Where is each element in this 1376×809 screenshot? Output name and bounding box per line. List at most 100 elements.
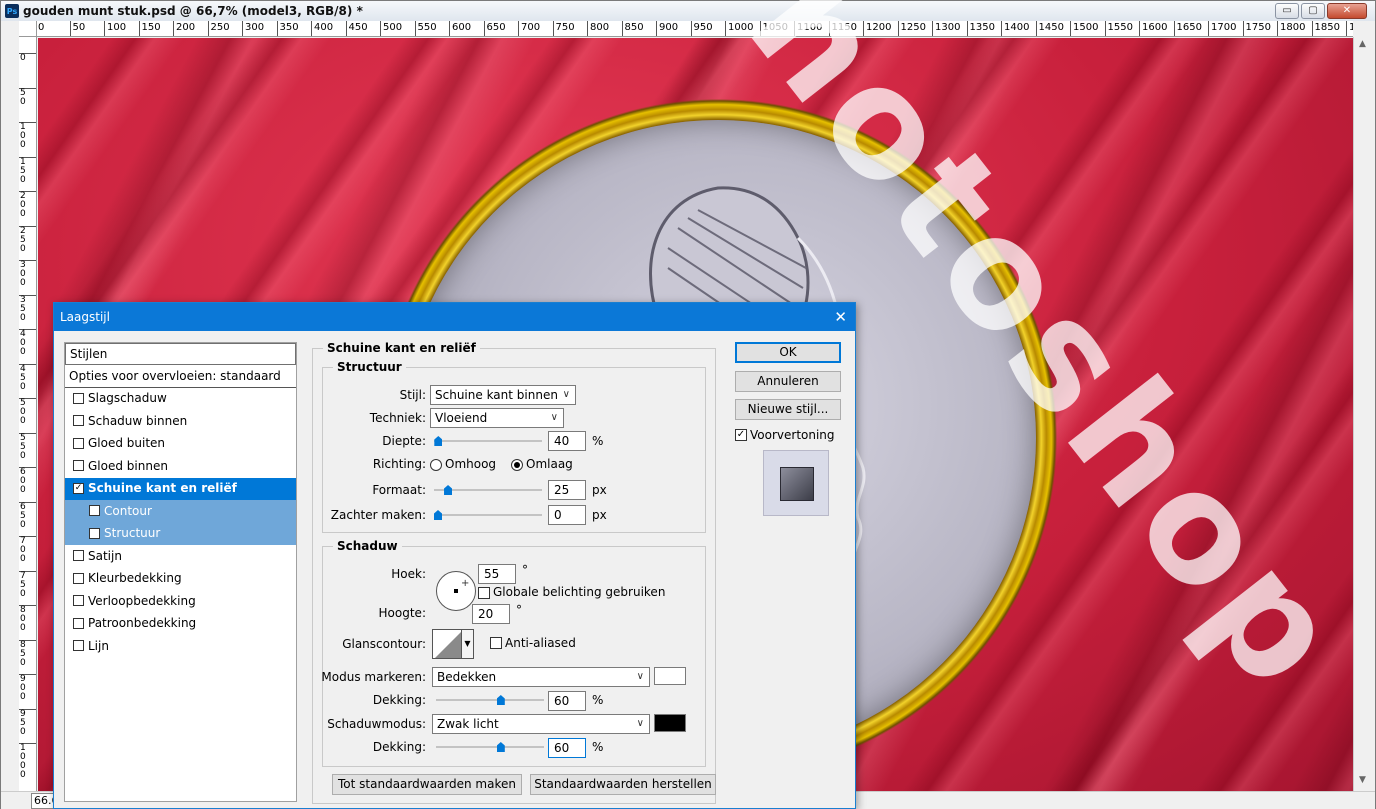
ruler-h-tick: 950: [690, 21, 713, 36]
style-item-9[interactable]: Kleurbedekking: [65, 568, 296, 591]
style-checkbox[interactable]: [73, 550, 84, 562]
maximize-button[interactable]: ▢: [1301, 3, 1325, 19]
style-checkbox[interactable]: [73, 415, 84, 427]
shadow-opacity-slider[interactable]: [436, 742, 544, 752]
reset-default-button[interactable]: Standaardwaarden herstellen: [530, 774, 716, 795]
style-item-11[interactable]: Patroonbedekking: [65, 613, 296, 636]
close-window-button[interactable]: ✕: [1327, 3, 1367, 19]
direction-down-radio[interactable]: [511, 459, 523, 471]
style-checkbox[interactable]: [89, 505, 100, 517]
highlight-mode-select[interactable]: Bedekken ∨: [432, 667, 650, 687]
highlight-opacity-input[interactable]: 60: [548, 691, 586, 711]
ruler-h-tick: 400: [311, 21, 333, 36]
technique-select[interactable]: Vloeiend ∨: [430, 408, 564, 428]
preview-label[interactable]: Voorvertoning: [750, 428, 835, 442]
ok-button[interactable]: OK: [735, 342, 841, 363]
angle-dial[interactable]: +: [436, 571, 476, 611]
ruler-v-tick: 5 0 0: [19, 398, 36, 426]
style-item-10[interactable]: Verloopbedekking: [65, 590, 296, 613]
highlight-mode-value: Bedekken: [437, 670, 497, 684]
ruler-v-tick: 8 0 0: [19, 605, 36, 633]
global-light-checkbox[interactable]: [478, 587, 490, 599]
gloss-contour-dropdown[interactable]: ▼: [462, 629, 474, 659]
gloss-contour-picker[interactable]: [432, 629, 462, 659]
shadow-opacity-input[interactable]: 60: [548, 738, 586, 758]
horizontal-ruler[interactable]: 0 50 100 150 200 250 300 350 400 450 500 550 600 650 7…: [37, 21, 1353, 37]
style-checkbox[interactable]: ✓: [73, 482, 84, 494]
direction-up-radio[interactable]: [430, 459, 442, 471]
style-checkbox[interactable]: [73, 617, 84, 629]
new-style-button[interactable]: Nieuwe stijl...: [735, 399, 841, 420]
anti-aliased-label[interactable]: Anti-aliased: [505, 636, 576, 650]
size-input[interactable]: 25: [548, 480, 586, 500]
style-checkbox[interactable]: [73, 460, 84, 472]
style-item-0[interactable]: Opties voor overvloeien: standaard: [65, 365, 296, 388]
dialog-title-bar[interactable]: Laagstijl: [54, 303, 855, 331]
shadow-opacity-label: Dekking:: [372, 740, 426, 754]
ruler-h-tick: 1400: [1001, 21, 1029, 36]
shading-title: Schaduw: [333, 539, 402, 553]
scroll-up-icon[interactable]: ▲: [1359, 39, 1366, 49]
ruler-h-tick: 1500: [1070, 21, 1098, 36]
style-item-2[interactable]: Schaduw binnen: [65, 410, 296, 433]
ruler-h-tick: 1200: [863, 21, 891, 36]
direction-up-label[interactable]: Omhoog: [445, 457, 496, 471]
global-light-label[interactable]: Globale belichting gebruiken: [493, 585, 665, 599]
soften-slider[interactable]: [434, 510, 542, 520]
ruler-v-tick: 6 0 0: [19, 467, 36, 495]
scroll-down-icon[interactable]: ▼: [1359, 775, 1366, 785]
style-item-4[interactable]: Gloed binnen: [65, 455, 296, 478]
style-item-6[interactable]: Contour: [65, 500, 296, 523]
shadow-opacity-knob[interactable]: [496, 742, 505, 752]
style-checkbox[interactable]: [73, 437, 84, 449]
style-item-1[interactable]: Slagschaduw: [65, 388, 296, 411]
style-checkbox[interactable]: [73, 595, 84, 607]
preview-checkbox[interactable]: ✓: [735, 429, 747, 441]
style-item-label: Patroonbedekking: [88, 616, 197, 631]
style-checkbox[interactable]: [73, 392, 84, 404]
direction-down-label[interactable]: Omlaag: [526, 457, 573, 471]
styles-header[interactable]: Stijlen: [65, 343, 296, 365]
vertical-ruler[interactable]: 0 5 0 1 0 0 1 5 0 2 0 0 2 5 0 3 0 0 3 5 0 4 0 0 4…: [19, 37, 37, 791]
vertical-scrollbar[interactable]: ▲ ▼: [1353, 37, 1375, 791]
ruler-v-tick: 4 0 0: [19, 329, 36, 357]
anti-aliased-checkbox[interactable]: [490, 637, 502, 649]
style-item-12[interactable]: Lijn: [65, 635, 296, 658]
highlight-opacity-slider[interactable]: [436, 695, 544, 705]
size-slider-knob[interactable]: [444, 485, 453, 495]
ruler-v-tick: 5 5 0: [19, 432, 36, 461]
style-checkbox[interactable]: [73, 572, 84, 584]
style-item-7[interactable]: Structuur: [65, 522, 296, 545]
ruler-h-tick: 1250: [897, 21, 926, 36]
chevron-down-icon: ∨: [636, 671, 644, 682]
shadow-color-swatch[interactable]: [654, 714, 686, 732]
style-select[interactable]: Schuine kant binnen ∨: [430, 385, 576, 405]
highlight-opacity-knob[interactable]: [496, 695, 505, 705]
style-checkbox[interactable]: [89, 527, 100, 539]
depth-slider-knob[interactable]: [434, 436, 443, 446]
size-slider[interactable]: [434, 485, 542, 495]
shadow-mode-select[interactable]: Zwak licht ∨: [432, 714, 650, 734]
make-default-button[interactable]: Tot standaardwaarden maken: [332, 774, 522, 795]
style-checkbox[interactable]: [73, 640, 84, 652]
ruler-h-tick: 1150: [828, 21, 857, 36]
document-title-bar[interactable]: Ps gouden munt stuk.psd @ 66,7% (model3,…: [1, 1, 1375, 21]
style-item-5[interactable]: ✓ Schuine kant en reliëf: [65, 477, 296, 500]
ruler-h-tick: 1550: [1104, 21, 1133, 36]
style-item-3[interactable]: Gloed buiten: [65, 433, 296, 456]
dialog-title: Laagstijl: [60, 310, 110, 324]
ruler-h-tick: 1650: [1173, 21, 1202, 36]
depth-input[interactable]: 40: [548, 431, 586, 451]
minimize-button[interactable]: ▭: [1275, 3, 1299, 19]
depth-slider[interactable]: [434, 436, 542, 446]
altitude-input[interactable]: 20: [472, 604, 510, 624]
close-icon[interactable]: ✕: [834, 308, 847, 326]
angle-input[interactable]: 55: [478, 564, 516, 584]
soften-slider-knob[interactable]: [434, 510, 442, 520]
soften-input[interactable]: 0: [548, 505, 586, 525]
style-item-8[interactable]: Satijn: [65, 545, 296, 568]
cancel-button[interactable]: Annuleren: [735, 371, 841, 392]
ruler-origin[interactable]: [19, 21, 37, 37]
highlight-color-swatch[interactable]: [654, 667, 686, 685]
size-label: Formaat:: [372, 483, 426, 497]
